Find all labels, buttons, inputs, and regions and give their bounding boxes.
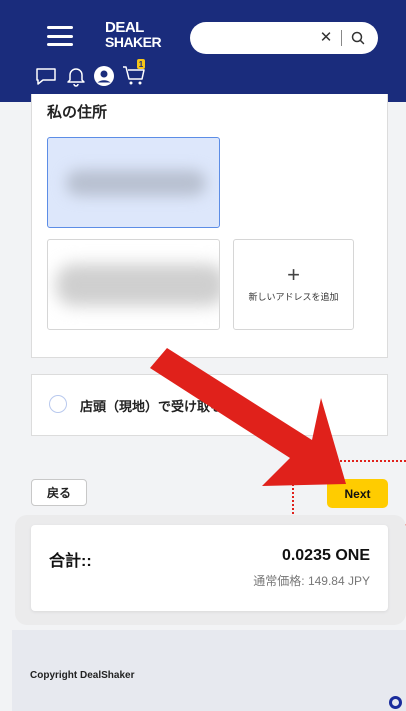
logo-line1: DEAL bbox=[105, 19, 144, 36]
add-address-label: 新しいアドレスを追加 bbox=[248, 292, 339, 302]
menu-icon[interactable] bbox=[47, 26, 73, 46]
message-icon[interactable] bbox=[34, 64, 58, 88]
total-label: 合計:: bbox=[49, 553, 92, 570]
checkout-page: DEAL SHAKER ✕ 1 私の住所 + 新しいアドレスを追加 店頭（現地）… bbox=[0, 0, 406, 711]
address-title: 私の住所 bbox=[47, 104, 108, 121]
search-divider bbox=[341, 30, 342, 46]
cart-icon[interactable]: 1 bbox=[120, 58, 150, 88]
clear-icon[interactable]: ✕ bbox=[317, 28, 335, 48]
bell-icon[interactable] bbox=[64, 64, 88, 88]
search-icon[interactable] bbox=[350, 30, 366, 46]
footer: Copyright DealShaker bbox=[12, 630, 406, 711]
redacted-address bbox=[66, 170, 206, 196]
address-section: 私の住所 + 新しいアドレスを追加 bbox=[31, 94, 388, 358]
total-card: 合計:: 0.0235 ONE 通常価格: 149.84 JPY bbox=[31, 525, 388, 611]
search-input[interactable] bbox=[204, 28, 304, 48]
normal-price: 通常価格: 149.84 JPY bbox=[253, 574, 370, 588]
logo[interactable]: DEAL SHAKER bbox=[105, 19, 167, 50]
redacted-address bbox=[56, 264, 219, 306]
pickup-option[interactable]: 店頭（現地）で受け取る bbox=[31, 374, 388, 436]
header: DEAL SHAKER ✕ 1 bbox=[0, 0, 406, 102]
total-value: 0.0235 ONE bbox=[281, 547, 370, 564]
pickup-radio[interactable] bbox=[49, 395, 67, 413]
add-address-button[interactable]: + 新しいアドレスを追加 bbox=[233, 239, 354, 330]
plus-icon: + bbox=[287, 262, 300, 287]
user-icon[interactable] bbox=[92, 64, 116, 88]
address-card-selected[interactable] bbox=[47, 137, 220, 228]
pickup-label: 店頭（現地）で受け取る bbox=[80, 399, 224, 414]
search-bar: ✕ bbox=[190, 22, 378, 54]
address-card[interactable] bbox=[47, 239, 220, 330]
chat-icon[interactable] bbox=[389, 696, 402, 709]
cart-badge: 1 bbox=[139, 60, 144, 69]
logo-line2: SHAKER bbox=[105, 34, 162, 50]
copyright-text: Copyright DealShaker bbox=[30, 670, 135, 681]
back-button[interactable]: 戻る bbox=[31, 479, 87, 506]
